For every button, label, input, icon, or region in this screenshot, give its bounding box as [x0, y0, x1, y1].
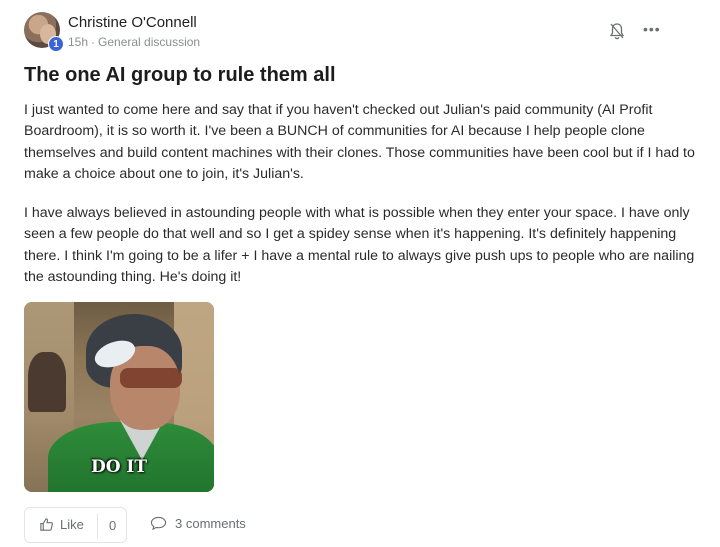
post-body-paragraph-1: I just wanted to come here and say that … — [24, 102, 695, 182]
post-body-paragraph-2: I have always believed in astounding peo… — [24, 205, 695, 285]
comments-count-label: 3 comments — [175, 516, 246, 531]
comment-bubble-icon — [150, 516, 167, 531]
post-card: 1 Christine O'Connell 15h · General discus… — [0, 0, 720, 547]
bell-off-icon[interactable] — [609, 22, 625, 40]
author-avatar-wrap[interactable]: 1 — [24, 12, 64, 52]
more-horizontal-icon[interactable]: ••• — [643, 22, 661, 36]
post-meta: 15h · General discussion — [68, 35, 200, 49]
author-name[interactable]: Christine O'Connell — [68, 14, 197, 31]
like-divider — [97, 514, 98, 538]
post-category[interactable]: General discussion — [98, 35, 200, 49]
like-control: Like 0 — [24, 507, 127, 543]
like-count: 0 — [109, 518, 117, 533]
like-label: Like — [60, 517, 84, 532]
level-badge: 1 — [48, 36, 64, 52]
post-title: The one AI group to rule them all — [24, 64, 336, 86]
like-button[interactable]: Like — [39, 517, 84, 532]
gif-caption: DO IT — [90, 457, 148, 477]
comments-button[interactable]: 3 comments — [150, 516, 246, 531]
post-gif-image[interactable]: DO IT — [24, 302, 214, 492]
post-time: 15h — [68, 35, 89, 49]
thumbs-up-icon — [40, 518, 53, 531]
meta-separator: · — [91, 35, 96, 49]
